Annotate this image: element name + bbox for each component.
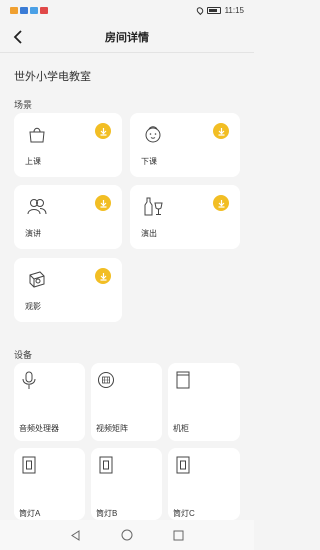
scene-card-dismiss[interactable]: 下课 bbox=[130, 113, 240, 177]
download-scene-button[interactable] bbox=[213, 123, 229, 139]
projector-icon bbox=[29, 271, 45, 288]
download-icon bbox=[100, 127, 106, 136]
download-scene-button[interactable] bbox=[95, 268, 111, 284]
room-name: 世外小学电教室 bbox=[14, 71, 91, 83]
light-switch-icon bbox=[176, 456, 190, 474]
scene-label: 上课 bbox=[25, 157, 41, 166]
download-scene-button[interactable] bbox=[213, 195, 229, 211]
chevron-left-icon bbox=[13, 30, 22, 44]
app-notification-icon bbox=[10, 6, 18, 14]
location-icon bbox=[194, 5, 205, 15]
cabinet-icon bbox=[176, 371, 190, 389]
scene-label: 下课 bbox=[141, 157, 157, 166]
status-time: 11:15 bbox=[224, 5, 244, 15]
nav-recent-button[interactable] bbox=[170, 527, 186, 543]
header: 房间详情 bbox=[0, 22, 254, 52]
device-label: 筒灯C bbox=[173, 509, 195, 518]
nav-back-button[interactable] bbox=[68, 527, 84, 543]
scene-card-performance[interactable]: 演出 bbox=[130, 185, 240, 249]
device-card-downlight-c[interactable]: 筒灯C bbox=[168, 448, 240, 520]
scenes-section-label: 场景 bbox=[14, 100, 33, 110]
device-card-downlight-b[interactable]: 筒灯B bbox=[91, 448, 162, 520]
device-label: 筒灯A bbox=[19, 509, 41, 518]
app-notification-icon bbox=[20, 6, 28, 14]
device-label: 音频处理器 bbox=[19, 424, 59, 433]
device-card-video-matrix[interactable]: 视频矩阵 bbox=[91, 363, 162, 441]
app-notification-icon bbox=[40, 6, 48, 14]
download-icon bbox=[218, 127, 224, 136]
device-card-downlight-a[interactable]: 筒灯A bbox=[14, 448, 85, 520]
home-circle-icon bbox=[121, 529, 133, 541]
download-icon bbox=[100, 272, 106, 281]
light-switch-icon bbox=[99, 456, 113, 474]
page-title: 房间详情 bbox=[105, 32, 149, 44]
scene-card-movie[interactable]: 观影 bbox=[14, 258, 122, 322]
battery-icon bbox=[206, 6, 221, 14]
child-face-icon bbox=[145, 126, 161, 143]
status-bar: 11:15 bbox=[0, 0, 254, 20]
people-icon bbox=[27, 199, 47, 215]
notification-icons bbox=[10, 6, 48, 14]
device-label: 筒灯B bbox=[96, 509, 118, 518]
device-card-cabinet[interactable]: 机柜 bbox=[168, 363, 240, 441]
download-scene-button[interactable] bbox=[95, 123, 111, 139]
system-nav-bar bbox=[0, 520, 254, 550]
device-label: 视频矩阵 bbox=[96, 424, 128, 433]
recent-square-icon bbox=[173, 530, 184, 540]
matrix-icon bbox=[98, 372, 114, 388]
bottle-glass-icon bbox=[144, 197, 163, 216]
device-card-audio-processor[interactable]: 音频处理器 bbox=[14, 363, 85, 441]
back-triangle-icon bbox=[71, 529, 80, 541]
header-divider bbox=[0, 52, 254, 53]
light-switch-icon bbox=[22, 456, 36, 474]
back-button[interactable] bbox=[6, 24, 30, 50]
microphone-icon bbox=[22, 371, 36, 389]
scene-label: 演出 bbox=[141, 229, 157, 238]
scene-card-class[interactable]: 上课 bbox=[14, 113, 122, 177]
device-label: 机柜 bbox=[173, 424, 189, 433]
scene-card-speech[interactable]: 演讲 bbox=[14, 185, 122, 249]
app-notification-icon bbox=[30, 6, 38, 14]
download-icon bbox=[100, 199, 106, 208]
bag-icon bbox=[29, 127, 45, 143]
nav-home-button[interactable] bbox=[119, 527, 135, 543]
devices-section-label: 设备 bbox=[14, 350, 33, 360]
download-scene-button[interactable] bbox=[95, 195, 111, 211]
scene-label: 演讲 bbox=[25, 229, 41, 238]
download-icon bbox=[218, 199, 224, 208]
scene-label: 观影 bbox=[25, 302, 41, 311]
